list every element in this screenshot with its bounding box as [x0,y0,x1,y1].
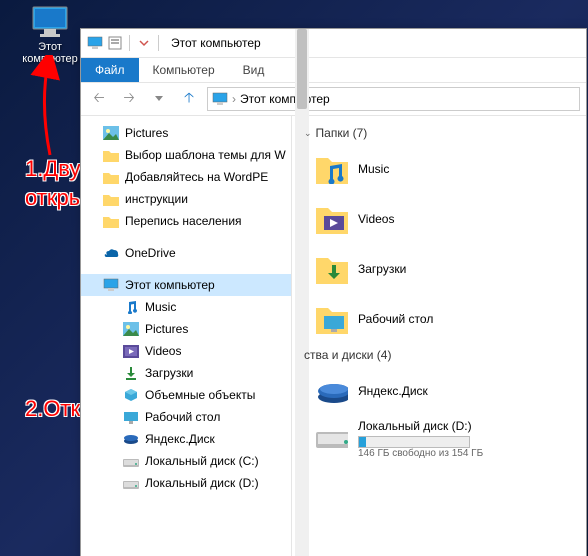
explorer-window: Этот компьютер Файл Компьютер Вид 🡠 🡢 🡡 … [80,28,587,556]
tree-yandex-disk[interactable]: Яндекс.Диск [81,428,291,450]
music-icon [123,299,139,315]
folder-icon [103,147,119,163]
tree-folder-1[interactable]: Выбор шаблона темы для W [81,144,291,166]
videos-icon [123,343,139,359]
tree-desktop[interactable]: Рабочий стол [81,406,291,428]
tree-pictures-2[interactable]: Pictures [81,318,291,340]
up-button[interactable]: 🡡 [177,87,201,111]
item-music[interactable]: Music [298,144,586,194]
titlebar[interactable]: Этот компьютер [81,29,586,58]
ribbon-tabs: Файл Компьютер Вид [81,58,586,83]
window-title: Этот компьютер [171,36,261,50]
item-yandex-disk[interactable]: Яндекс.Диск [298,366,586,416]
desktop-folder-icon [316,303,348,335]
tree-onedrive[interactable]: OneDrive [81,242,291,264]
tree-this-pc[interactable]: Этот компьютер [81,274,291,296]
objects3d-icon [123,387,139,403]
folder-icon [103,169,119,185]
tab-view[interactable]: Вид [229,58,279,82]
app-icon [87,35,103,51]
monitor-icon [30,5,70,39]
desktop-icon [123,409,139,425]
onedrive-icon [103,245,119,261]
tree-music[interactable]: Music [81,296,291,318]
downloads-folder-icon [316,253,348,285]
recent-dropdown[interactable] [147,87,171,111]
yandex-disk-big-icon [316,375,348,407]
nav-tree[interactable]: Pictures Выбор шаблона темы для W Добавл… [81,116,292,556]
scrollbar-thumb[interactable] [297,29,307,109]
pictures-icon [123,321,139,337]
monitor-icon [212,92,228,106]
tree-local-disk-c[interactable]: Локальный диск (C:) [81,450,291,472]
tree-downloads[interactable]: Загрузки [81,362,291,384]
breadcrumb-text[interactable]: Этот компьютер [240,92,330,106]
address-bar: 🡠 🡢 🡡 › Этот компьютер [81,83,586,116]
folder-icon [103,191,119,207]
videos-folder-icon [316,203,348,235]
item-downloads[interactable]: Загрузки [298,244,586,294]
qat-dropdown-icon[interactable] [136,35,152,51]
devices-section-header[interactable]: ства и диски (4) [298,344,586,366]
tree-folder-3[interactable]: инструкции [81,188,291,210]
pictures-icon [103,125,119,141]
tree-folder-2[interactable]: Добавляйтесь на WordPE [81,166,291,188]
breadcrumb-box[interactable]: › Этот компьютер [207,87,580,111]
folders-section-header[interactable]: ⌄Папки (7) [298,122,586,144]
desktop-icon-label: Этот компьютер [15,41,85,65]
desktop-icon-this-pc[interactable]: Этот компьютер [15,5,85,65]
tree-videos[interactable]: Videos [81,340,291,362]
item-desktop[interactable]: Рабочий стол [298,294,586,344]
downloads-icon [123,365,139,381]
chevron-down-icon: ⌄ [304,128,312,139]
tab-computer[interactable]: Компьютер [139,58,229,82]
forward-button[interactable]: 🡢 [117,87,141,111]
drive-icon [123,475,139,491]
monitor-icon [103,277,119,293]
back-button[interactable]: 🡠 [87,87,111,111]
tree-pictures[interactable]: Pictures [81,122,291,144]
drive-big-icon [316,419,348,451]
yandex-disk-icon [123,431,139,447]
drive-icon [123,453,139,469]
folder-icon [103,213,119,229]
content-pane[interactable]: ⌄Папки (7) Music Videos Загрузки Рабочий… [292,116,586,556]
item-videos[interactable]: Videos [298,194,586,244]
tab-file[interactable]: Файл [81,58,139,82]
item-local-disk-d[interactable]: Локальный диск (D:) 146 ГБ свободно из 1… [298,416,586,466]
tree-local-disk-d[interactable]: Локальный диск (D:) [81,472,291,494]
disk-usage-bar [358,436,470,448]
tree-folder-4[interactable]: Перепись населения [81,210,291,232]
tree-3d-objects[interactable]: Объемные объекты [81,384,291,406]
chevron-right-icon: › [232,92,236,106]
music-folder-icon [316,153,348,185]
qat-properties-icon[interactable] [107,35,123,51]
